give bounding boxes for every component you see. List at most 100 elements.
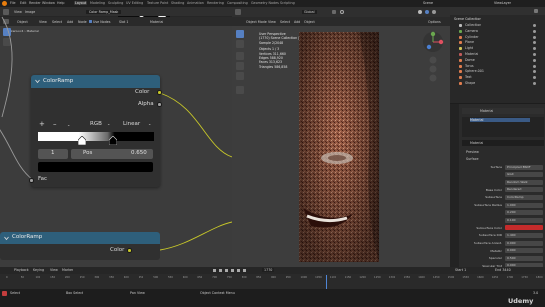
timeline-menu-playback[interactable]: Playback (14, 268, 29, 272)
visibility-eye-icon[interactable] (533, 47, 536, 51)
input-fac-socket[interactable] (29, 178, 34, 183)
outliner-item[interactable]: Dome (459, 58, 543, 63)
color-mode-dropdown[interactable]: RGB (90, 121, 102, 127)
next-keyframe-icon[interactable] (237, 269, 240, 272)
color-ramp-node-2[interactable]: ColorRamp Color (0, 232, 160, 260)
tab-shading[interactable]: Shading (171, 1, 184, 5)
property-field[interactable]: 1.400 (505, 232, 543, 238)
prev-keyframe-icon[interactable] (219, 269, 222, 272)
viewport-editor-type-icon[interactable] (235, 9, 241, 15)
select-box-tool-icon[interactable] (236, 30, 244, 38)
material-slot-item[interactable]: Material (470, 118, 530, 122)
viewport-shading-rendered-icon[interactable] (425, 10, 429, 14)
menu-file[interactable]: File (10, 1, 16, 5)
stop-color-swatch[interactable] (38, 162, 153, 172)
color-ramp-gradient[interactable] (38, 132, 154, 141)
outliner-item[interactable]: Collection (459, 23, 543, 28)
menu-edit[interactable]: Edit (20, 1, 26, 5)
color-ramp-node-2-header[interactable]: ColorRamp (0, 232, 160, 244)
tab-sculpting[interactable]: Sculpting (108, 1, 123, 5)
current-frame-field[interactable]: 1770 (262, 268, 275, 272)
transform-orientation[interactable]: Global (302, 10, 317, 14)
visibility-eye-icon[interactable] (533, 58, 536, 62)
viewport-menu-add[interactable]: Add (294, 20, 300, 24)
add-stop-button[interactable]: + (39, 120, 45, 128)
viewport-options-button[interactable]: Options (428, 20, 441, 24)
outliner-item[interactable]: Plane (459, 40, 543, 45)
viewport-shading-material-icon[interactable] (432, 10, 436, 14)
menu-render[interactable]: Render (29, 1, 41, 5)
material-datablock[interactable]: Material (462, 140, 544, 146)
property-field[interactable]: 0.000 (505, 240, 543, 246)
ramp-stop-black-handle[interactable] (109, 136, 117, 145)
outliner-item[interactable]: Torus (459, 64, 543, 69)
section-surface[interactable]: Surface (466, 157, 479, 161)
visibility-eye-icon[interactable] (533, 24, 536, 27)
property-field[interactable]: GGX (505, 172, 543, 178)
menu-window[interactable]: Window (42, 1, 55, 5)
scene-selector[interactable]: Scene (423, 1, 433, 5)
stop-index-field[interactable]: 1 (38, 149, 68, 159)
color-ramp-node[interactable]: ColorRamp Color Alpha + – ⌄ RGB ⌄ Linear… (29, 75, 162, 187)
timeline-menu-view[interactable]: View (50, 268, 58, 272)
jump-start-icon[interactable] (213, 269, 216, 272)
color-ramp-node-header[interactable]: ColorRamp (31, 75, 160, 88)
tab-geometry-nodes[interactable]: Geometry Nodes (251, 1, 279, 5)
property-field[interactable]: Random Walk (505, 179, 543, 185)
property-field[interactable]: Rendered (505, 187, 543, 193)
view-layer-selector[interactable]: ViewLayer (494, 1, 511, 5)
play-icon[interactable] (231, 269, 234, 272)
stop-position-field[interactable]: Pos 0.650 (71, 149, 153, 159)
outliner-item[interactable]: Text (459, 75, 543, 80)
visibility-eye-icon[interactable] (533, 70, 536, 74)
outliner-item[interactable]: Material (459, 52, 543, 57)
output-alpha-socket[interactable] (157, 102, 162, 107)
collapse-chevron-2-icon[interactable] (4, 236, 9, 241)
tab-uv-editing[interactable]: UV Editing (126, 1, 143, 5)
visibility-eye-icon[interactable] (533, 82, 536, 85)
visibility-eye-icon[interactable] (533, 29, 536, 33)
annotate-viewport-tool-icon[interactable] (236, 86, 244, 94)
proportional-edit-icon[interactable] (340, 10, 344, 14)
property-field[interactable]: 0.500 (505, 255, 543, 261)
snap-icon[interactable] (332, 10, 336, 14)
playback-controls[interactable] (213, 268, 253, 273)
visibility-eye-icon[interactable] (533, 41, 536, 45)
blender-logo-icon[interactable] (2, 1, 7, 6)
collapse-chevron-icon[interactable] (35, 79, 40, 84)
cursor-tool-icon[interactable] (236, 40, 244, 48)
outliner-item[interactable]: Light (459, 46, 543, 51)
tab-compositing[interactable]: Compositing (227, 1, 248, 5)
jump-end-icon[interactable] (243, 269, 246, 272)
frame-end-field[interactable]: End 3440 (495, 268, 511, 272)
outliner-item[interactable]: Shape (459, 81, 543, 86)
tab-rendering[interactable]: Rendering (207, 1, 224, 5)
tab-animation[interactable]: Animation (187, 1, 204, 5)
section-preview[interactable]: Preview (466, 150, 479, 154)
timeline-menu-keying[interactable]: Keying (33, 268, 44, 272)
remove-stop-button[interactable]: – (53, 120, 57, 128)
viewport-menu-view[interactable]: View (268, 20, 276, 24)
ramp-options-chevron-icon[interactable]: ⌄ (67, 122, 70, 127)
property-field[interactable]: 0.200 (505, 210, 543, 216)
move-tool-icon[interactable] (236, 52, 244, 60)
navigation-gizmo[interactable] (420, 30, 446, 82)
mode-selector[interactable]: Object Mode (246, 20, 267, 24)
property-field[interactable] (505, 225, 543, 231)
material-slot-list[interactable]: Material (462, 117, 544, 137)
outliner-item[interactable]: Camera (459, 29, 543, 34)
interpolation-dropdown[interactable]: Linear (123, 121, 140, 127)
visibility-eye-icon[interactable] (533, 35, 536, 39)
property-field[interactable]: 0.000 (505, 248, 543, 254)
outliner-item[interactable]: Cylinder (459, 35, 543, 40)
play-reverse-icon[interactable] (225, 269, 228, 272)
output-color-socket[interactable] (157, 90, 162, 95)
outliner-filter-icon[interactable] (534, 9, 538, 13)
tab-modeling[interactable]: Modeling (90, 1, 105, 5)
visibility-eye-icon[interactable] (533, 53, 536, 56)
tab-scripting[interactable]: Scripting (280, 1, 295, 5)
scale-tool-icon[interactable] (236, 72, 244, 80)
tab-texture-paint[interactable]: Texture Paint (147, 1, 168, 5)
visibility-eye-icon[interactable] (533, 76, 536, 80)
outliner-root[interactable]: Scene Collection (454, 17, 481, 21)
